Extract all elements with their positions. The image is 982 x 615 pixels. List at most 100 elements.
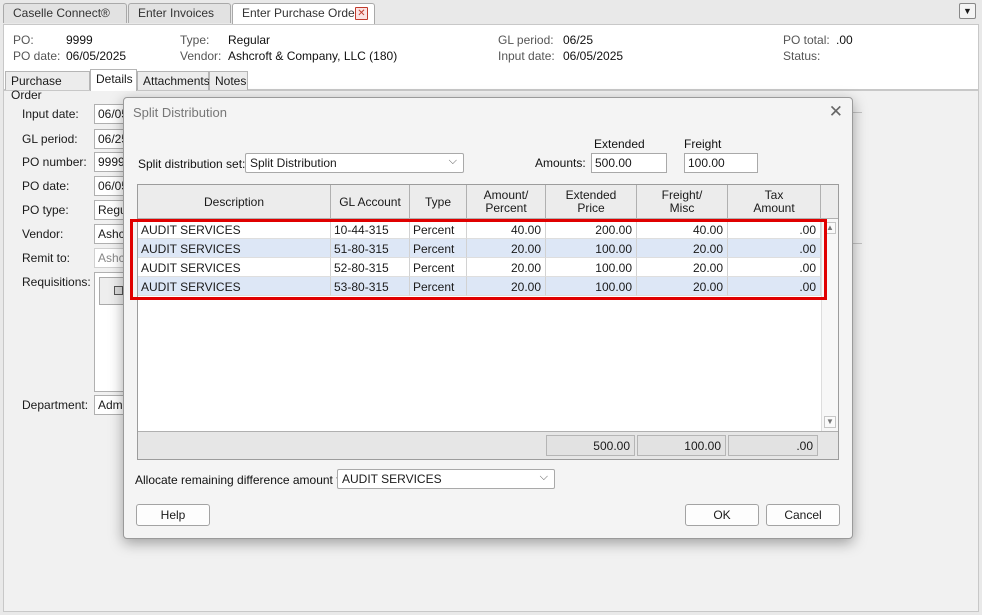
cell-description[interactable]: AUDIT SERVICES xyxy=(138,220,331,239)
input-date-value: 06/05/2025 xyxy=(563,49,624,63)
cell-tax-amount[interactable]: .00 xyxy=(728,277,821,296)
subtab-label: Attachments xyxy=(143,74,210,88)
subtab-notes[interactable]: Notes xyxy=(209,71,248,90)
table-row[interactable]: AUDIT SERVICES 10-44-315 Percent 40.00 2… xyxy=(138,220,821,239)
cell-freight-misc[interactable]: 40.00 xyxy=(637,220,728,239)
table-row[interactable]: AUDIT SERVICES 51-80-315 Percent 20.00 1… xyxy=(138,239,821,258)
split-set-select[interactable]: Split Distribution ⌵ xyxy=(245,153,464,173)
total-freight-misc: 100.00 xyxy=(637,435,726,456)
cell-description[interactable]: AUDIT SERVICES xyxy=(138,258,331,277)
cell-tax-amount[interactable]: .00 xyxy=(728,220,821,239)
gl-period-value: 06/25 xyxy=(563,33,594,47)
cell-amount-percent[interactable]: 40.00 xyxy=(467,220,546,239)
header-label: Freight/ Misc xyxy=(661,188,703,215)
cell-extended-price[interactable]: 200.00 xyxy=(546,220,637,239)
dialog-title: Split Distribution xyxy=(133,105,227,120)
grid-header: Description GL Account Type Amount/ Perc… xyxy=(138,185,838,219)
cell-freight-misc[interactable]: 20.00 xyxy=(637,277,728,296)
extended-amount-input[interactable]: 500.00 xyxy=(591,153,667,173)
grid-scrollbar[interactable]: ▲ ▼ xyxy=(821,219,838,431)
requisitions-label: Requisitions: xyxy=(22,275,91,289)
cell-freight-misc[interactable]: 20.00 xyxy=(637,258,728,277)
cell-extended-price[interactable]: 100.00 xyxy=(546,277,637,296)
header-label: Extended Price xyxy=(565,188,617,215)
header-label: Description xyxy=(203,194,265,209)
po-label: PO: xyxy=(13,33,34,47)
po-total-value: .00 xyxy=(836,33,853,47)
column-header-extended-price[interactable]: Extended Price xyxy=(546,185,637,219)
vendor-label: Vendor: xyxy=(180,49,222,63)
po-date-label: PO date: xyxy=(13,49,61,63)
cell-amount-percent[interactable]: 20.00 xyxy=(467,277,546,296)
column-header-gl-account[interactable]: GL Account xyxy=(331,185,410,219)
chevron-up-icon[interactable]: ▲ xyxy=(824,222,836,234)
allocate-label: Allocate remaining difference amount to: xyxy=(135,473,350,487)
chevron-down-icon[interactable]: ▼ xyxy=(959,3,976,19)
freight-amount-input[interactable]: 100.00 xyxy=(684,153,758,173)
cell-description[interactable]: AUDIT SERVICES xyxy=(138,277,331,296)
grid-totals: 500.00 100.00 .00 xyxy=(138,431,838,459)
header-label: Amount/ Percent xyxy=(483,188,529,215)
vendor-field-label: Vendor: xyxy=(22,227,64,241)
allocate-select[interactable]: AUDIT SERVICES ⌵ xyxy=(337,469,555,489)
close-icon[interactable]: ✕ xyxy=(355,7,368,20)
column-header-freight-misc[interactable]: Freight/ Misc xyxy=(637,185,728,219)
cell-extended-price[interactable]: 100.00 xyxy=(546,239,637,258)
chevron-down-icon[interactable]: ▼ xyxy=(824,416,836,428)
cell-type[interactable]: Percent xyxy=(410,258,467,277)
square-icon xyxy=(114,286,123,295)
header-label: Type xyxy=(424,194,451,209)
close-icon[interactable]: ✕ xyxy=(829,102,843,122)
cell-tax-amount[interactable]: .00 xyxy=(728,239,821,258)
subtab-purchase-order[interactable]: Purchase Order xyxy=(5,71,90,102)
table-row[interactable]: AUDIT SERVICES 52-80-315 Percent 20.00 1… xyxy=(138,258,821,277)
header-label: GL Account xyxy=(339,194,401,209)
department-field-label: Department: xyxy=(22,398,89,412)
chevron-down-icon: ⌵ xyxy=(448,155,457,167)
table-row[interactable]: AUDIT SERVICES 53-80-315 Percent 20.00 1… xyxy=(138,277,821,296)
column-header-type[interactable]: Type xyxy=(410,185,467,219)
status-label: Status: xyxy=(783,49,821,63)
po-value: 9999 xyxy=(66,33,93,47)
type-value: Regular xyxy=(228,33,271,47)
cell-type[interactable]: Percent xyxy=(410,220,467,239)
column-header-tax-amount[interactable]: Tax Amount xyxy=(728,185,821,219)
distribution-grid: Description GL Account Type Amount/ Perc… xyxy=(137,184,839,460)
po-number-field-label: PO number: xyxy=(22,155,87,169)
tab-label: Caselle Connect® xyxy=(13,6,110,20)
remit-to-field-label: Remit to: xyxy=(22,251,71,265)
split-set-label: Split distribution set: xyxy=(138,157,246,171)
vendor-value: Ashcroft & Company, LLC (180) xyxy=(228,49,398,63)
tab-label: Enter Purchase Orders xyxy=(242,6,365,20)
cell-gl-account[interactable]: 51-80-315 xyxy=(331,239,410,258)
cell-tax-amount[interactable]: .00 xyxy=(728,258,821,277)
subtab-attachments[interactable]: Attachments xyxy=(137,71,210,90)
column-header-amount-percent[interactable]: Amount/ Percent xyxy=(467,185,546,219)
gl-period-label: GL period: xyxy=(498,33,554,47)
ok-button[interactable]: OK xyxy=(685,504,759,526)
cancel-button[interactable]: Cancel xyxy=(766,504,840,526)
cell-freight-misc[interactable]: 20.00 xyxy=(637,239,728,258)
input-date-field-label: Input date: xyxy=(22,107,79,121)
subtab-details[interactable]: Details xyxy=(90,69,137,91)
cell-amount-percent[interactable]: 20.00 xyxy=(467,239,546,258)
cell-type[interactable]: Percent xyxy=(410,239,467,258)
tab-enter-purchase-orders[interactable]: Enter Purchase Orders ✕ xyxy=(232,3,375,24)
tab-enter-invoices[interactable]: Enter Invoices xyxy=(128,3,231,23)
help-button[interactable]: Help xyxy=(136,504,210,526)
po-date-value: 06/05/2025 xyxy=(66,49,127,63)
subtab-label: Details xyxy=(96,72,133,86)
column-header-description[interactable]: Description xyxy=(138,185,331,219)
tab-caselle-connect[interactable]: Caselle Connect® xyxy=(3,3,127,23)
cell-type[interactable]: Percent xyxy=(410,277,467,296)
cell-gl-account[interactable]: 10-44-315 xyxy=(331,220,410,239)
cell-description[interactable]: AUDIT SERVICES xyxy=(138,239,331,258)
split-distribution-dialog: Split Distribution ✕ Split distribution … xyxy=(123,97,853,539)
cell-extended-price[interactable]: 100.00 xyxy=(546,258,637,277)
input-date-label: Input date: xyxy=(498,49,555,63)
total-tax-amount: .00 xyxy=(728,435,818,456)
cell-gl-account[interactable]: 52-80-315 xyxy=(331,258,410,277)
subtab-label: Notes xyxy=(215,74,247,88)
cell-gl-account[interactable]: 53-80-315 xyxy=(331,277,410,296)
cell-amount-percent[interactable]: 20.00 xyxy=(467,258,546,277)
